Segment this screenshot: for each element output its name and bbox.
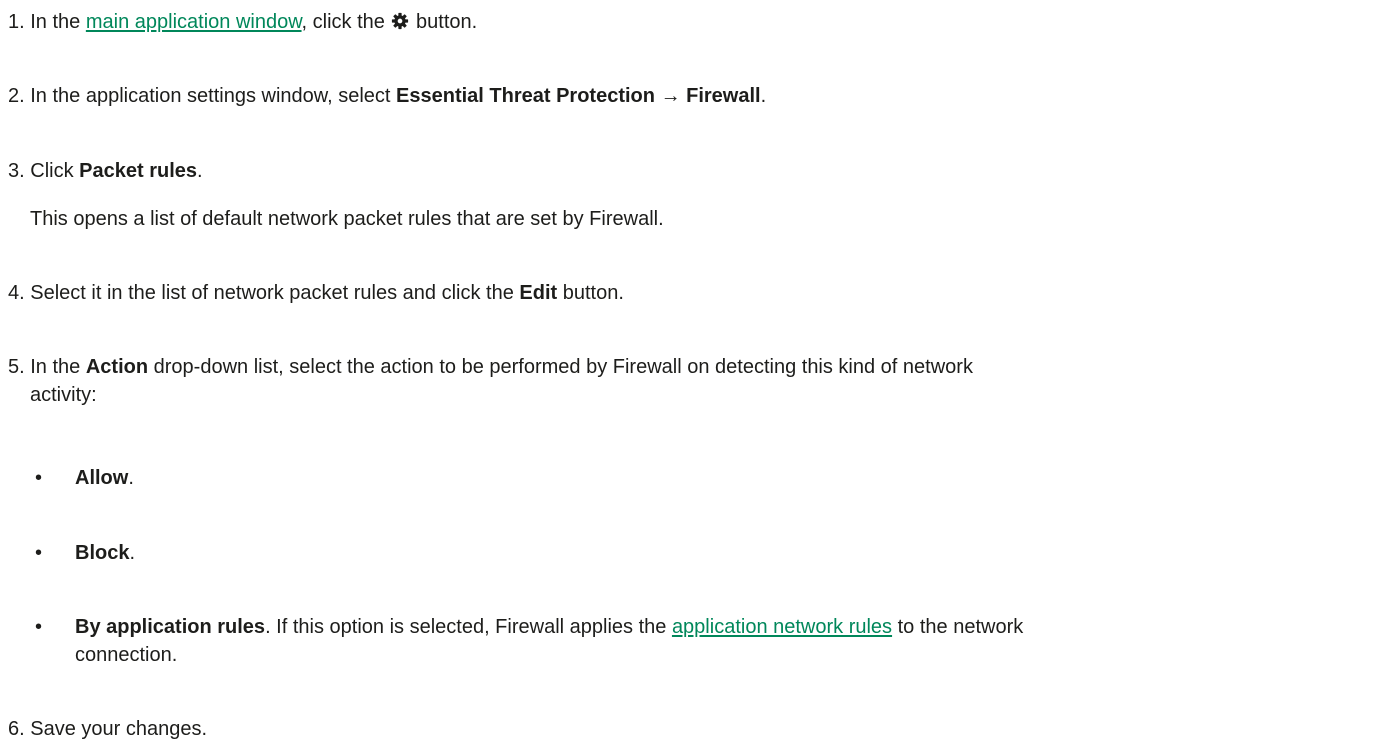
step-3-note: This opens a list of default network pac… xyxy=(30,208,664,230)
step-number: 1. xyxy=(8,11,25,33)
option-text: . If this option is selected, Firewall a… xyxy=(265,616,667,638)
option-text: to the network xyxy=(897,616,1024,638)
main-application-window-link[interactable]: main application window xyxy=(86,11,302,33)
step-text: In the xyxy=(30,356,81,378)
option-name: Block xyxy=(75,542,130,564)
option-name: Allow xyxy=(75,467,129,489)
step-text: button. xyxy=(562,282,624,304)
setting-component-name: Firewall xyxy=(686,85,761,107)
step-text: Select it in the list of network packet … xyxy=(30,282,514,304)
option-text: . xyxy=(129,542,136,564)
instructions-document: 1. In the main application window, click… xyxy=(0,0,1388,751)
packet-rules-label: Packet rules xyxy=(79,160,198,182)
step-text: , click the xyxy=(301,11,385,33)
step-text: Click xyxy=(30,160,74,182)
step-2: 2. In the application settings window, s… xyxy=(8,82,766,110)
step-text-continued: activity: xyxy=(30,384,97,406)
step-number: 6. xyxy=(8,718,25,740)
action-option-by-application-rules: • By application rules. If this option i… xyxy=(35,613,1365,669)
step-number: 4. xyxy=(8,282,25,304)
step-text: In the xyxy=(30,11,81,33)
step-text: drop-down list, select the action to be … xyxy=(153,356,973,378)
setting-section-name: Essential Threat Protection xyxy=(396,85,655,107)
option-text: . xyxy=(128,467,134,489)
step-number: 5. xyxy=(8,356,25,378)
step-number: 3. xyxy=(8,160,25,182)
action-dropdown-label: Action xyxy=(85,356,149,378)
action-option-block: • Block. xyxy=(35,539,1365,567)
step-number: 2. xyxy=(8,85,25,107)
edit-button-label: Edit xyxy=(519,282,558,304)
option-name: By application rules xyxy=(75,616,266,638)
step-1: 1. In the main application window, click… xyxy=(8,8,477,36)
step-5: 5. In the Action drop-down list, select … xyxy=(8,353,1338,409)
gear-icon xyxy=(392,12,409,30)
arrow-separator: → xyxy=(660,85,681,107)
step-text: In the application settings window, sele… xyxy=(30,85,391,107)
application-network-rules-link[interactable]: application network rules xyxy=(672,616,892,638)
bullet-dot-icon: • xyxy=(35,467,43,489)
step-text: Save your changes. xyxy=(30,718,208,740)
step-4: 4. Select it in the list of network pack… xyxy=(8,279,624,307)
action-option-allow: • Allow. xyxy=(35,464,1365,492)
bullet-dot-icon: • xyxy=(35,616,43,638)
step-text: button. xyxy=(416,11,478,33)
step-text: . xyxy=(197,160,203,182)
step-text: . xyxy=(760,85,767,107)
step-3: 3. Click Packet rules. xyxy=(8,157,203,185)
bullet-dot-icon: • xyxy=(35,542,43,564)
option-text-continued: connection. xyxy=(75,644,178,666)
step-6: 6. Save your changes. xyxy=(8,715,207,743)
